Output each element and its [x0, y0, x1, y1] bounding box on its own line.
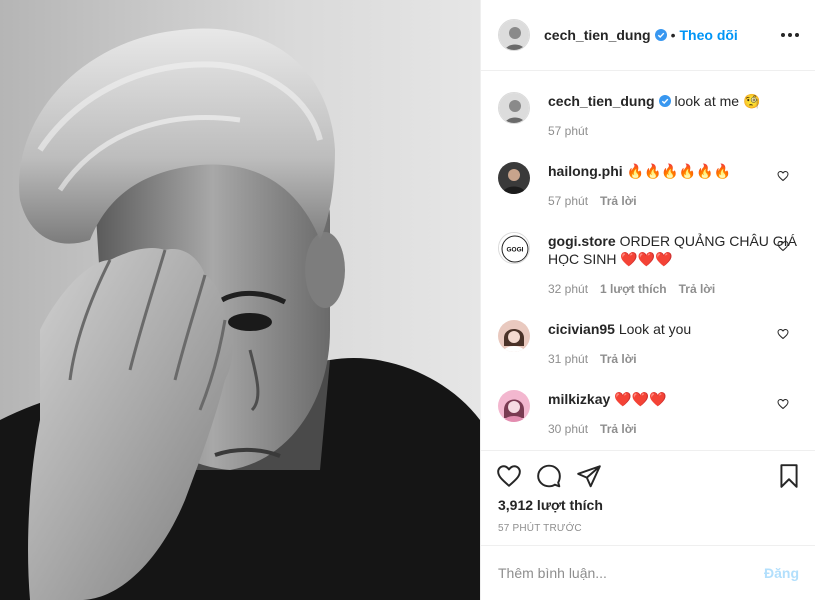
comment-avatar-image: GOGI [499, 233, 529, 263]
caption: cech_tien_dung look at me 🧐 57 phút [498, 92, 803, 140]
caption-username[interactable]: cech_tien_dung [548, 93, 655, 109]
comment-item: cicivian95 Look at you 31 phút Trả lời [498, 320, 803, 368]
like-comment-heart-icon[interactable] [777, 398, 789, 410]
comment-likes[interactable]: 1 lượt thích [600, 280, 667, 298]
post-photo[interactable] [0, 0, 480, 600]
gogi-logo-text: GOGI [507, 247, 524, 254]
caption-meta: 57 phút [548, 122, 803, 140]
comment-username[interactable]: hailong.phi [548, 163, 623, 179]
caption-text-line: cech_tien_dung look at me 🧐 [548, 92, 803, 110]
author-username[interactable]: cech_tien_dung [544, 27, 651, 43]
comment-time[interactable]: 32 phút [548, 280, 588, 298]
more-dot [795, 33, 799, 37]
comment-item: milkizkay ❤️❤️❤️ 30 phút Trả lời [498, 390, 803, 438]
comment-text: Look at you [618, 321, 692, 337]
like-comment-heart-icon[interactable] [777, 240, 789, 252]
post-header: cech_tien_dung • Theo dõi [481, 0, 815, 71]
comment-time[interactable]: 57 phút [548, 192, 588, 210]
reply-button[interactable]: Trả lời [600, 420, 637, 438]
comment-username[interactable]: milkizkay [548, 391, 610, 407]
comment-item: GOGI gogi.store ORDER QUẢNG CHÂU GIÁ HỌC… [498, 232, 803, 298]
comment-avatar[interactable] [498, 320, 530, 352]
instagram-post: cech_tien_dung • Theo dõi cech_tien_dung… [0, 0, 815, 600]
like-comment-heart-icon[interactable] [777, 170, 789, 182]
comment-avatar[interactable]: GOGI [498, 232, 530, 264]
comment-meta: 31 phút Trả lời [548, 350, 803, 368]
comment-text-line: hailong.phi 🔥🔥🔥🔥🔥🔥 [548, 162, 803, 180]
comments-list[interactable]: cech_tien_dung look at me 🧐 57 phút hail… [481, 72, 815, 450]
caption-time[interactable]: 57 phút [548, 122, 588, 140]
post-actions: 3,912 lượt thích 57 PHÚT TRƯỚC [481, 450, 815, 545]
caption-text: look at me 🧐 [674, 93, 761, 109]
add-comment-bar: Đăng [481, 545, 815, 600]
comment-avatar-image [498, 390, 530, 422]
reply-button[interactable]: Trả lời [600, 350, 637, 368]
comment-body: milkizkay ❤️❤️❤️ 30 phút Trả lời [548, 390, 803, 438]
comment-avatar-image [498, 162, 530, 194]
comment-meta: 32 phút 1 lượt thích Trả lời [548, 280, 803, 298]
like-comment-heart-icon[interactable] [777, 328, 789, 340]
more-dot [788, 33, 792, 37]
author-avatar[interactable] [498, 19, 530, 51]
author-avatar-image [499, 20, 529, 50]
comment-bubble-icon[interactable] [536, 463, 562, 489]
comment-body: gogi.store ORDER QUẢNG CHÂU GIÁ HỌC SINH… [548, 232, 803, 298]
caption-body: cech_tien_dung look at me 🧐 57 phút [548, 92, 803, 140]
share-send-icon[interactable] [576, 463, 602, 489]
comment-username[interactable]: cicivian95 [548, 321, 615, 337]
verified-badge-icon [658, 95, 671, 107]
comment-avatar[interactable] [498, 390, 530, 422]
comment-item: hailong.phi 🔥🔥🔥🔥🔥🔥 57 phút Trả lời [498, 162, 803, 210]
header-separator: • [670, 27, 676, 43]
portrait-image [0, 0, 480, 600]
comment-meta: 57 phút Trả lời [548, 192, 803, 210]
likes-count[interactable]: 3,912 lượt thích [498, 497, 603, 513]
comment-text: 🔥🔥🔥🔥🔥🔥 [626, 163, 732, 179]
comment-time[interactable]: 30 phút [548, 420, 588, 438]
save-bookmark-icon[interactable] [776, 463, 802, 489]
post-comment-button[interactable]: Đăng [764, 565, 799, 581]
verified-badge-icon [654, 29, 667, 41]
comment-avatar[interactable] [498, 162, 530, 194]
header-name-wrap: cech_tien_dung • Theo dõi [544, 27, 738, 43]
comment-meta: 30 phút Trả lời [548, 420, 803, 438]
post-side-panel: cech_tien_dung • Theo dõi cech_tien_dung… [480, 0, 815, 600]
reply-button[interactable]: Trả lời [679, 280, 716, 298]
comment-text-line: cicivian95 Look at you [548, 320, 803, 338]
comment-body: hailong.phi 🔥🔥🔥🔥🔥🔥 57 phút Trả lời [548, 162, 803, 210]
comment-username[interactable]: gogi.store [548, 233, 616, 249]
comment-avatar-image [498, 320, 530, 352]
comment-text: ❤️❤️❤️ [614, 391, 667, 407]
comment-time[interactable]: 31 phút [548, 350, 588, 368]
more-options-icon[interactable] [781, 26, 799, 44]
comment-input[interactable] [498, 565, 764, 581]
reply-button[interactable]: Trả lời [600, 192, 637, 210]
comment-text-line: milkizkay ❤️❤️❤️ [548, 390, 803, 408]
post-timestamp[interactable]: 57 PHÚT TRƯỚC [498, 523, 582, 534]
more-dot [781, 33, 785, 37]
caption-avatar[interactable] [498, 92, 530, 124]
caption-avatar-image [499, 93, 529, 123]
comment-text-line: gogi.store ORDER QUẢNG CHÂU GIÁ HỌC SINH… [548, 232, 803, 268]
like-heart-icon[interactable] [496, 463, 522, 489]
follow-button[interactable]: Theo dõi [680, 27, 738, 43]
comment-body: cicivian95 Look at you 31 phút Trả lời [548, 320, 803, 368]
